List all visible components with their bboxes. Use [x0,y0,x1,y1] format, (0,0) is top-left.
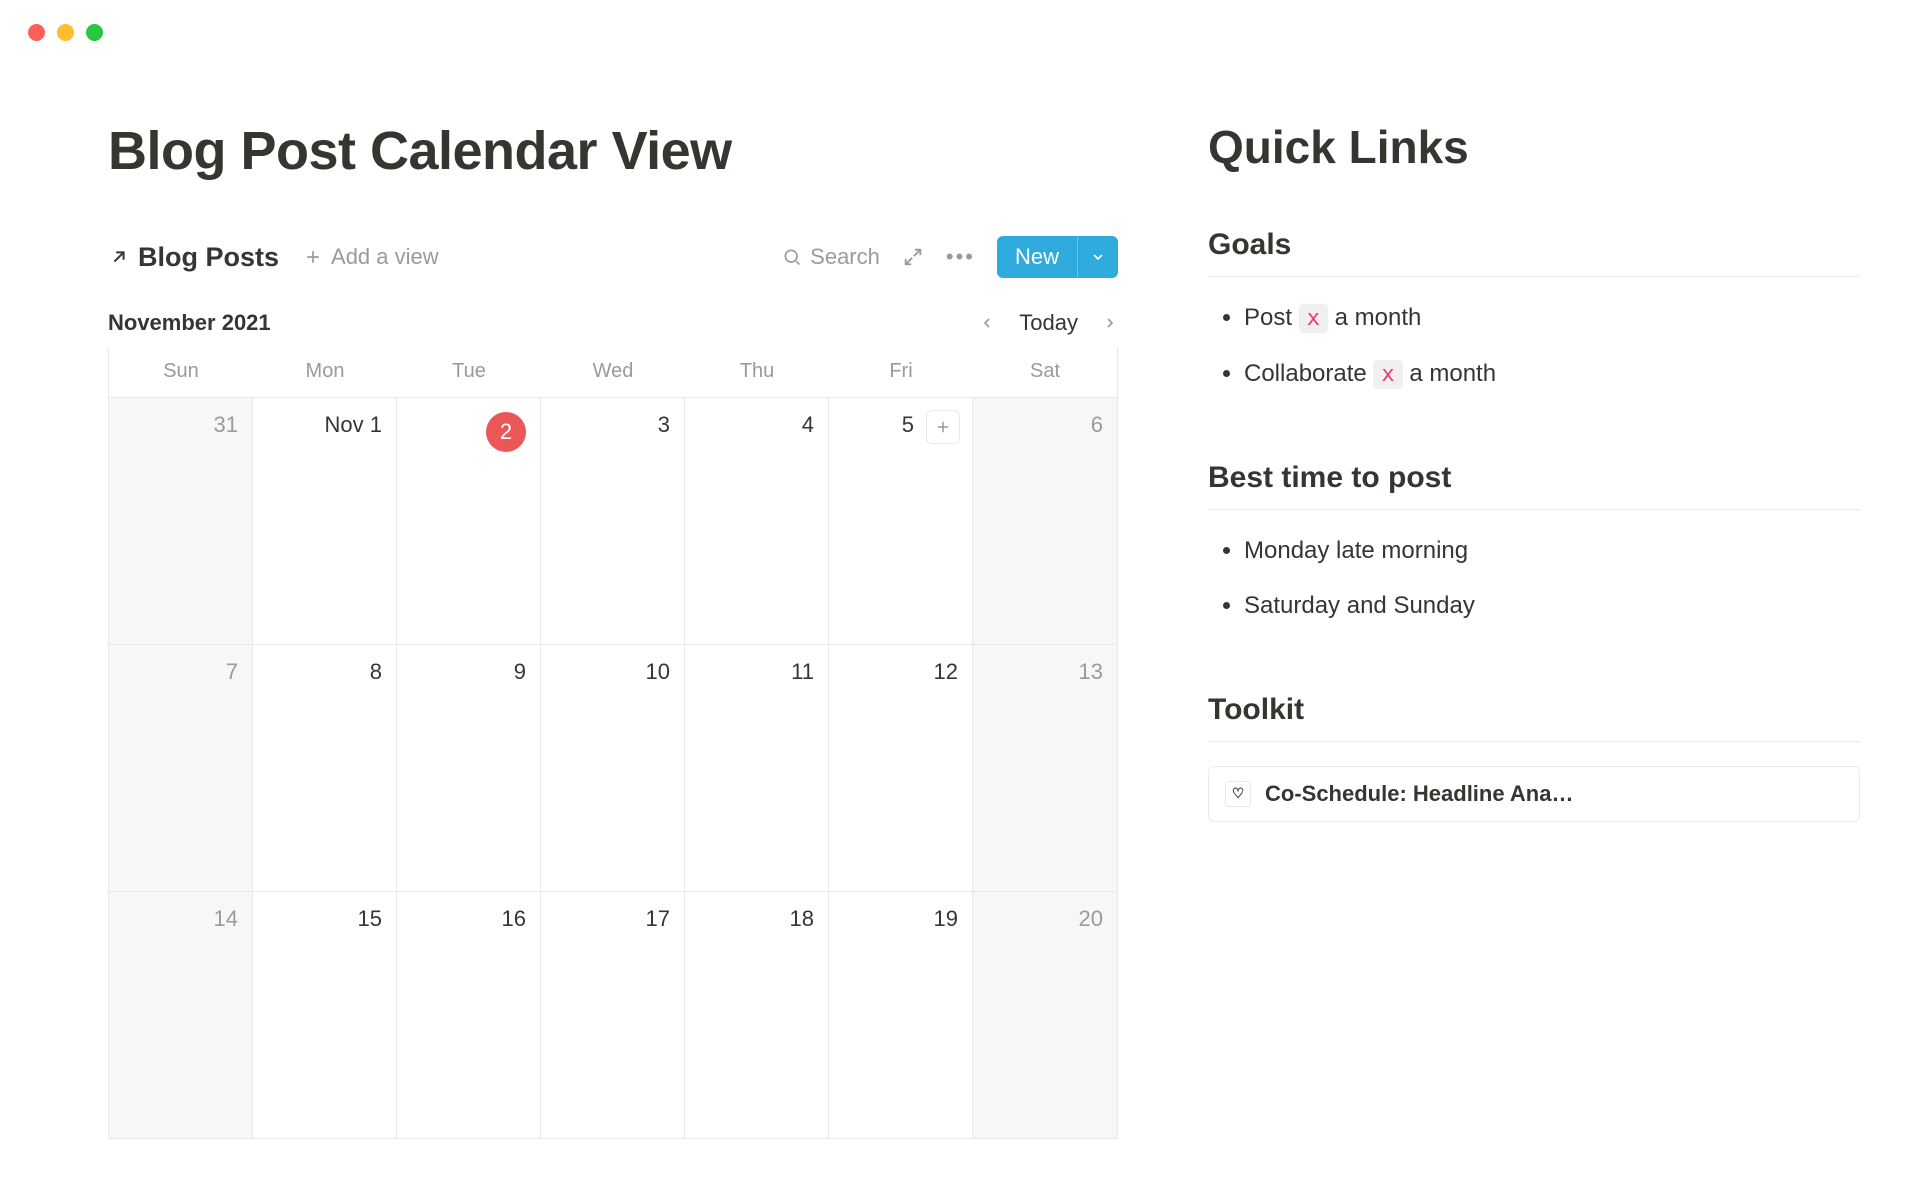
calendar-day-cell[interactable]: 2 [397,398,541,644]
window-traffic-lights [28,24,103,41]
today-button[interactable]: Today [1019,310,1078,336]
weekday-label: Mon [253,348,397,397]
day-number: 4 [802,412,814,438]
best-time-list: Monday late morning Saturday and Sunday [1208,534,1860,623]
calendar-day-cell[interactable]: 6 [973,398,1117,644]
weekday-label: Thu [685,348,829,397]
new-button[interactable]: New [997,236,1118,278]
weekday-label: Tue [397,348,541,397]
search-button[interactable]: Search [782,244,880,270]
best-time-title: Best time to post [1208,461,1860,495]
divider [1208,276,1860,277]
day-number: 5 [902,412,914,438]
list-item[interactable]: Post x a month [1244,301,1860,335]
day-number: 6 [1091,412,1103,438]
add-view-label: Add a view [331,244,439,270]
day-number: 31 [214,412,238,438]
linked-database-label: Blog Posts [138,242,279,273]
day-number: 20 [1079,906,1103,932]
plus-icon [303,247,323,267]
day-number: 9 [514,659,526,685]
today-indicator: 2 [486,412,526,452]
quick-links-title: Quick Links [1208,120,1860,174]
list-item[interactable]: Collaborate x a month [1244,357,1860,391]
day-number: 16 [502,906,526,932]
divider [1208,509,1860,510]
calendar-day-cell[interactable]: 4 [685,398,829,644]
calendar-day-cell[interactable]: 8 [253,645,397,891]
weekday-label: Wed [541,348,685,397]
month-label: November 2021 [108,310,271,336]
goals-list: Post x a month Collaborate x a month [1208,301,1860,391]
fullscreen-window-button[interactable] [86,24,103,41]
search-label: Search [810,244,880,270]
favicon-icon: ♡ [1225,781,1251,807]
close-window-button[interactable] [28,24,45,41]
calendar-day-cell[interactable]: 19 [829,892,973,1138]
more-options-button[interactable]: ••• [946,244,975,270]
calendar-day-cell[interactable]: 7 [109,645,253,891]
calendar-day-cell[interactable]: 16 [397,892,541,1138]
goals-title: Goals [1208,228,1860,262]
day-number: 7 [226,659,238,685]
minimize-window-button[interactable] [57,24,74,41]
calendar-day-cell[interactable]: 3 [541,398,685,644]
day-number: 12 [934,659,958,685]
toolkit-list: ♡ Co-Schedule: Headline Ana… [1208,766,1860,822]
day-number: 8 [370,659,382,685]
add-view-button[interactable]: Add a view [303,244,439,270]
divider [1208,741,1860,742]
next-month-button[interactable] [1102,315,1118,331]
calendar-day-cell[interactable]: 14 [109,892,253,1138]
day-number: 19 [934,906,958,932]
day-number: 18 [790,906,814,932]
day-number: 17 [646,906,670,932]
database-header: Blog Posts Add a view Search ••• New [108,236,1118,278]
day-number: 11 [791,659,814,685]
weekday-label: Sat [973,348,1117,397]
calendar-day-cell[interactable]: 18 [685,892,829,1138]
open-link-icon [108,246,130,268]
calendar-day-cell[interactable]: 31 [109,398,253,644]
plus-icon [934,418,952,436]
calendar-day-cell[interactable]: 15 [253,892,397,1138]
calendar-day-cell[interactable]: 13 [973,645,1117,891]
calendar-day-cell[interactable]: 20 [973,892,1117,1138]
calendar-day-cell[interactable]: 11 [685,645,829,891]
day-number: 14 [214,906,238,932]
weekday-label: Sun [109,348,253,397]
calendar-day-cell[interactable]: 12 [829,645,973,891]
list-item[interactable]: Monday late morning [1244,534,1860,568]
expand-icon[interactable] [902,246,924,268]
day-number: 10 [646,659,670,685]
page-title: Blog Post Calendar View [108,120,1118,182]
linked-database-title[interactable]: Blog Posts [108,242,279,273]
calendar-day-cell[interactable]: 17 [541,892,685,1138]
day-number: Nov 1 [325,412,382,438]
toolkit-link-card[interactable]: ♡ Co-Schedule: Headline Ana… [1208,766,1860,822]
day-number: 3 [658,412,670,438]
weekday-label: Fri [829,348,973,397]
calendar-grid: SunMonTueWedThuFriSat 31 Nov 1 2 3 4 5 6 7 8 9 10 1… [108,348,1118,1139]
calendar-day-cell[interactable]: 10 [541,645,685,891]
toolkit-title: Toolkit [1208,693,1860,727]
calendar-day-cell[interactable]: 5 [829,398,973,644]
toolkit-link-label: Co-Schedule: Headline Ana… [1265,781,1573,807]
inline-code: x [1373,360,1402,389]
chevron-down-icon [1090,249,1106,265]
day-number: 15 [358,906,382,932]
calendar-day-cell[interactable]: Nov 1 [253,398,397,644]
day-number: 13 [1079,659,1103,685]
list-item[interactable]: Saturday and Sunday [1244,589,1860,623]
calendar-day-cell[interactable]: 9 [397,645,541,891]
prev-month-button[interactable] [979,315,995,331]
inline-code: x [1299,304,1328,333]
new-button-dropdown[interactable] [1077,236,1118,278]
new-button-label: New [997,236,1077,278]
add-item-button[interactable] [926,410,960,444]
search-icon [782,247,802,267]
